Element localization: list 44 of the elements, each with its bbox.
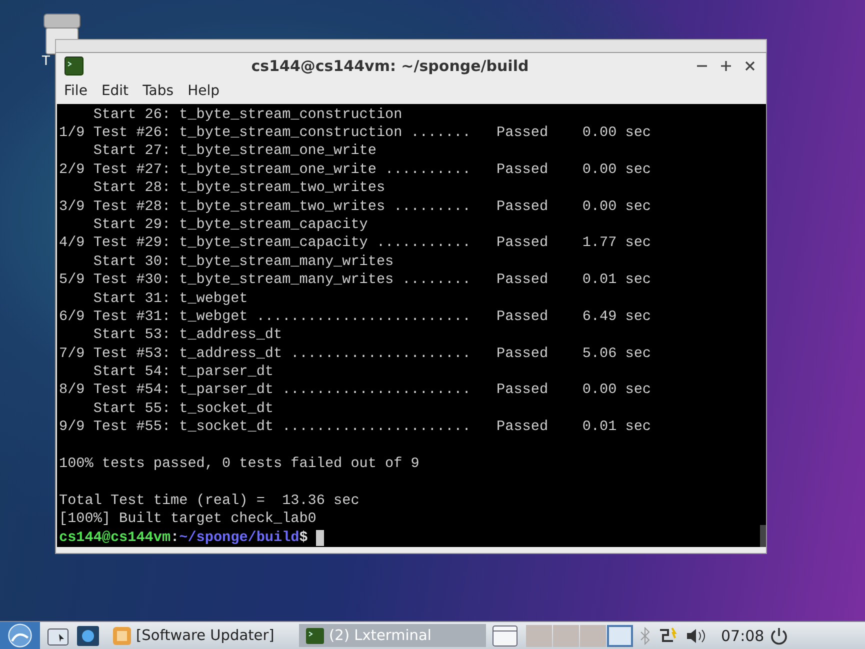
terminal-line: Start 27: t_byte_stream_one_write	[92, 142, 378, 161]
window-icon[interactable]	[492, 624, 518, 648]
menu-item[interactable]: Help	[188, 82, 220, 99]
maximize-icon[interactable]	[720, 60, 732, 72]
power-icon[interactable]	[770, 626, 788, 644]
terminal-line: 3/9 Test #28: t_byte_stream_two_writes ......... Passed 0.00 sec	[59, 198, 652, 216]
terminal-icon	[305, 626, 325, 644]
terminal-line: 6/9 Test #31: t_webget ......................... Passed 6.49 sec	[59, 308, 652, 326]
prompt-path: ~/sponge/build	[179, 528, 300, 548]
menu-item[interactable]: Tabs	[142, 82, 174, 99]
terminal-line: 5/9 Test #30: t_byte_stream_many_writes ........ Passed 0.01 sec	[59, 271, 652, 290]
close-icon[interactable]	[744, 60, 756, 72]
workspace-button[interactable]	[607, 624, 633, 646]
terminal-line: Start 31: t_webget	[92, 290, 249, 308]
terminal-line: 1/9 Test #26: t_byte_stream_construction ....... Passed 0.00 sec	[59, 124, 652, 142]
terminal-line: Start 29: t_byte_stream_capacity	[92, 216, 369, 234]
terminal-line: 2/9 Test #27: t_byte_stream_one_write .......... Passed 0.00 sec	[59, 160, 652, 180]
text-cursor	[316, 530, 324, 546]
terminal-line: Start 28: t_byte_stream_two_writes	[92, 179, 386, 198]
terminal-line: Start 54: t_parser_dt	[92, 363, 274, 382]
terminal-line: Start 26: t_byte_stream_construction	[92, 106, 404, 124]
menu-item[interactable]: File	[64, 82, 88, 99]
prompt-symbol: $	[299, 528, 308, 548]
menu-item[interactable]: Edit	[101, 82, 129, 99]
prompt-separator: :	[170, 528, 180, 548]
taskbar-task[interactable]: [Software Updater]	[106, 624, 293, 647]
terminal-line: Total Test time (real) = 13.36 sec	[59, 492, 360, 510]
terminal-line: Start 30: t_byte_stream_many_writes	[92, 252, 395, 272]
terminal-line: 8/9 Test #54: t_parser_dt ...................... Passed 0.00 sec	[59, 381, 652, 400]
terminal-line: Start 53: t_address_dt	[92, 326, 284, 345]
clock[interactable]: 07:08	[721, 626, 764, 644]
prompt-user: cs144@cs144vm	[59, 528, 171, 548]
desktop-icon-label[interactable]: T	[42, 54, 50, 69]
terminal-line: 9/9 Test #55: t_socket_dt ...................... Passed 0.01 sec	[59, 418, 652, 437]
package-icon	[112, 626, 132, 646]
terminal-line: 4/9 Test #29: t_byte_stream_capacity ........... Passed 1.77 sec	[59, 234, 652, 253]
start-menu-icon[interactable]	[0, 622, 40, 649]
terminal-line: Start 55: t_socket_dt	[92, 400, 274, 418]
scrollbar[interactable]	[760, 525, 766, 547]
window-title: cs144@cs144vm: ~/sponge/build	[250, 56, 530, 75]
terminal-line: 7/9 Test #53: t_address_dt ..................... Passed 5.06 sec	[59, 344, 652, 364]
terminal-icon	[64, 56, 84, 76]
terminal-line: [100%] Built target check_lab0	[59, 510, 318, 529]
terminal-line: 100% tests passed, 0 tests failed out of 9	[59, 455, 420, 474]
